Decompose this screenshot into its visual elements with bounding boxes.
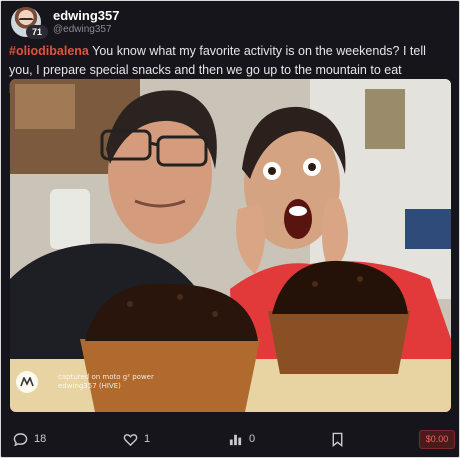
post-card: 71 edwing357 @edwing357 #oliodibalena Yo…	[0, 0, 460, 458]
post-photo[interactable]: captured on moto g² power edwing357 (HIV…	[10, 79, 451, 412]
like-button[interactable]: 1	[123, 427, 150, 451]
reputation-badge: 71	[26, 25, 48, 39]
post-header: 71 edwing357 @edwing357	[11, 7, 119, 39]
bookmark-button[interactable]	[331, 427, 350, 451]
comments-count: 18	[34, 433, 47, 445]
bar-chart-icon	[229, 434, 242, 445]
comment-button[interactable]: 18	[13, 427, 46, 451]
views-count: 0	[249, 433, 256, 445]
author-display-name[interactable]: edwing357	[53, 8, 119, 23]
heart-icon	[123, 433, 138, 446]
bookmark-icon	[332, 432, 343, 447]
views-button[interactable]: 0	[228, 427, 255, 451]
watermark-line-2: edwing357 (HIVE)	[58, 382, 121, 390]
watermark-line-1: captured on moto g² power	[58, 373, 154, 381]
likes-count: 1	[144, 433, 151, 445]
photo-illustration	[10, 79, 451, 412]
watermark-text: captured on moto g² power edwing357 (HIV…	[58, 373, 154, 391]
comment-icon	[13, 432, 28, 446]
author-block: edwing357 @edwing357	[53, 8, 119, 36]
avatar[interactable]: 71	[11, 7, 48, 39]
motorola-logo-icon	[16, 371, 38, 393]
action-bar: 18 1 0 $0.00	[1, 427, 459, 451]
photo-watermark: captured on moto g² power edwing357 (HIV…	[16, 371, 154, 393]
author-handle[interactable]: @edwing357	[53, 23, 119, 36]
hashtag-link[interactable]: #oliodibalena	[9, 44, 89, 58]
payout-badge[interactable]: $0.00	[419, 430, 455, 449]
